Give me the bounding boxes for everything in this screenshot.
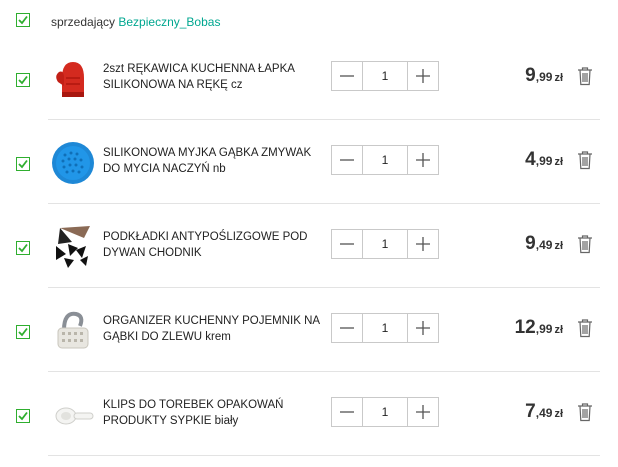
seller-label: sprzedający Bezpieczny_Bobas: [51, 15, 220, 29]
price-fraction: ,99: [535, 154, 553, 168]
price-fraction: ,99: [535, 322, 553, 336]
price-fraction: ,49: [535, 238, 553, 252]
price-main: 9: [525, 233, 536, 254]
quantity-stepper: 1: [331, 397, 439, 427]
quantity-stepper: 1: [331, 229, 439, 259]
minus-icon: [340, 411, 354, 413]
seller-prefix: sprzedający: [51, 15, 116, 29]
product-title[interactable]: SILIKONOWA MYJKA GĄBKA ZMYWAK DO MYCIA N…: [103, 145, 323, 177]
product-title[interactable]: KLIPS DO TOREBEK OPAKOWAŃ PRODUKTY SYPKI…: [103, 397, 323, 429]
checkmark-icon: [18, 327, 28, 337]
decrease-quantity-button[interactable]: [332, 230, 362, 258]
price-fraction: ,49: [535, 406, 553, 420]
price-main: 7: [525, 401, 536, 422]
plus-icon: [416, 237, 430, 251]
item-checkbox[interactable]: [16, 73, 30, 87]
quantity-input[interactable]: 1: [362, 62, 408, 90]
item-price: 7,49 zł: [525, 401, 563, 423]
increase-quantity-button[interactable]: [408, 146, 438, 174]
increase-quantity-button[interactable]: [408, 398, 438, 426]
price-main: 9: [525, 65, 536, 86]
checkmark-icon: [18, 75, 28, 85]
item-checkbox[interactable]: [16, 241, 30, 255]
product-thumbnail[interactable]: [50, 140, 96, 186]
minus-icon: [340, 159, 354, 161]
quantity-stepper: 1: [331, 313, 439, 343]
quantity-input[interactable]: 1: [362, 398, 408, 426]
trash-icon[interactable]: [577, 402, 593, 422]
plus-icon: [416, 321, 430, 335]
product-thumbnail[interactable]: [50, 56, 96, 102]
cart-item: PODKŁADKI ANTYPOŚLIZGOWE POD DYWAN CHODN…: [0, 204, 618, 288]
quantity-input[interactable]: 1: [362, 314, 408, 342]
quantity-stepper: 1: [331, 61, 439, 91]
quantity-input[interactable]: 1: [362, 146, 408, 174]
quantity-stepper: 1: [331, 145, 439, 175]
increase-quantity-button[interactable]: [408, 314, 438, 342]
item-price: 12,99 zł: [515, 317, 563, 339]
decrease-quantity-button[interactable]: [332, 146, 362, 174]
cart-item: KLIPS DO TOREBEK OPAKOWAŃ PRODUKTY SYPKI…: [0, 372, 618, 456]
item-checkbox[interactable]: [16, 325, 30, 339]
quantity-input[interactable]: 1: [362, 230, 408, 258]
price-currency: zł: [554, 408, 563, 420]
decrease-quantity-button[interactable]: [332, 62, 362, 90]
trash-icon[interactable]: [577, 66, 593, 86]
checkmark-icon: [18, 411, 28, 421]
item-price: 9,99 zł: [525, 65, 563, 87]
product-thumbnail[interactable]: [50, 224, 96, 270]
item-checkbox[interactable]: [16, 157, 30, 171]
trash-icon[interactable]: [577, 318, 593, 338]
price-fraction: ,99: [535, 70, 553, 84]
minus-icon: [340, 327, 354, 329]
plus-icon: [416, 69, 430, 83]
item-divider: [48, 455, 600, 456]
price-currency: zł: [554, 324, 563, 336]
minus-icon: [340, 243, 354, 245]
increase-quantity-button[interactable]: [408, 62, 438, 90]
cart-item: SILIKONOWA MYJKA GĄBKA ZMYWAK DO MYCIA N…: [0, 120, 618, 204]
seller-name-link[interactable]: Bezpieczny_Bobas: [118, 15, 220, 29]
price-currency: zł: [554, 240, 563, 252]
trash-icon[interactable]: [577, 150, 593, 170]
product-title[interactable]: ORGANIZER KUCHENNY POJEMNIK NA GĄBKI DO …: [103, 313, 323, 345]
item-price: 4,99 zł: [525, 149, 563, 171]
price-currency: zł: [554, 72, 563, 84]
price-main: 12: [514, 317, 536, 338]
trash-icon[interactable]: [577, 234, 593, 254]
decrease-quantity-button[interactable]: [332, 314, 362, 342]
plus-icon: [416, 405, 430, 419]
price-currency: zł: [554, 156, 563, 168]
product-thumbnail[interactable]: [50, 308, 96, 354]
item-price: 9,49 zł: [525, 233, 563, 255]
cart-item: ORGANIZER KUCHENNY POJEMNIK NA GĄBKI DO …: [0, 288, 618, 372]
plus-icon: [416, 153, 430, 167]
seller-checkbox[interactable]: [16, 13, 30, 27]
item-checkbox[interactable]: [16, 409, 30, 423]
decrease-quantity-button[interactable]: [332, 398, 362, 426]
checkmark-icon: [18, 243, 28, 253]
checkmark-icon: [18, 15, 28, 25]
cart-item: 2szt RĘKAWICA KUCHENNA ŁAPKA SILIKONOWA …: [0, 36, 618, 120]
increase-quantity-button[interactable]: [408, 230, 438, 258]
minus-icon: [340, 75, 354, 77]
product-title[interactable]: PODKŁADKI ANTYPOŚLIZGOWE POD DYWAN CHODN…: [103, 229, 323, 261]
checkmark-icon: [18, 159, 28, 169]
price-main: 4: [525, 149, 536, 170]
product-thumbnail[interactable]: [50, 392, 96, 438]
product-title[interactable]: 2szt RĘKAWICA KUCHENNA ŁAPKA SILIKONOWA …: [103, 61, 323, 93]
